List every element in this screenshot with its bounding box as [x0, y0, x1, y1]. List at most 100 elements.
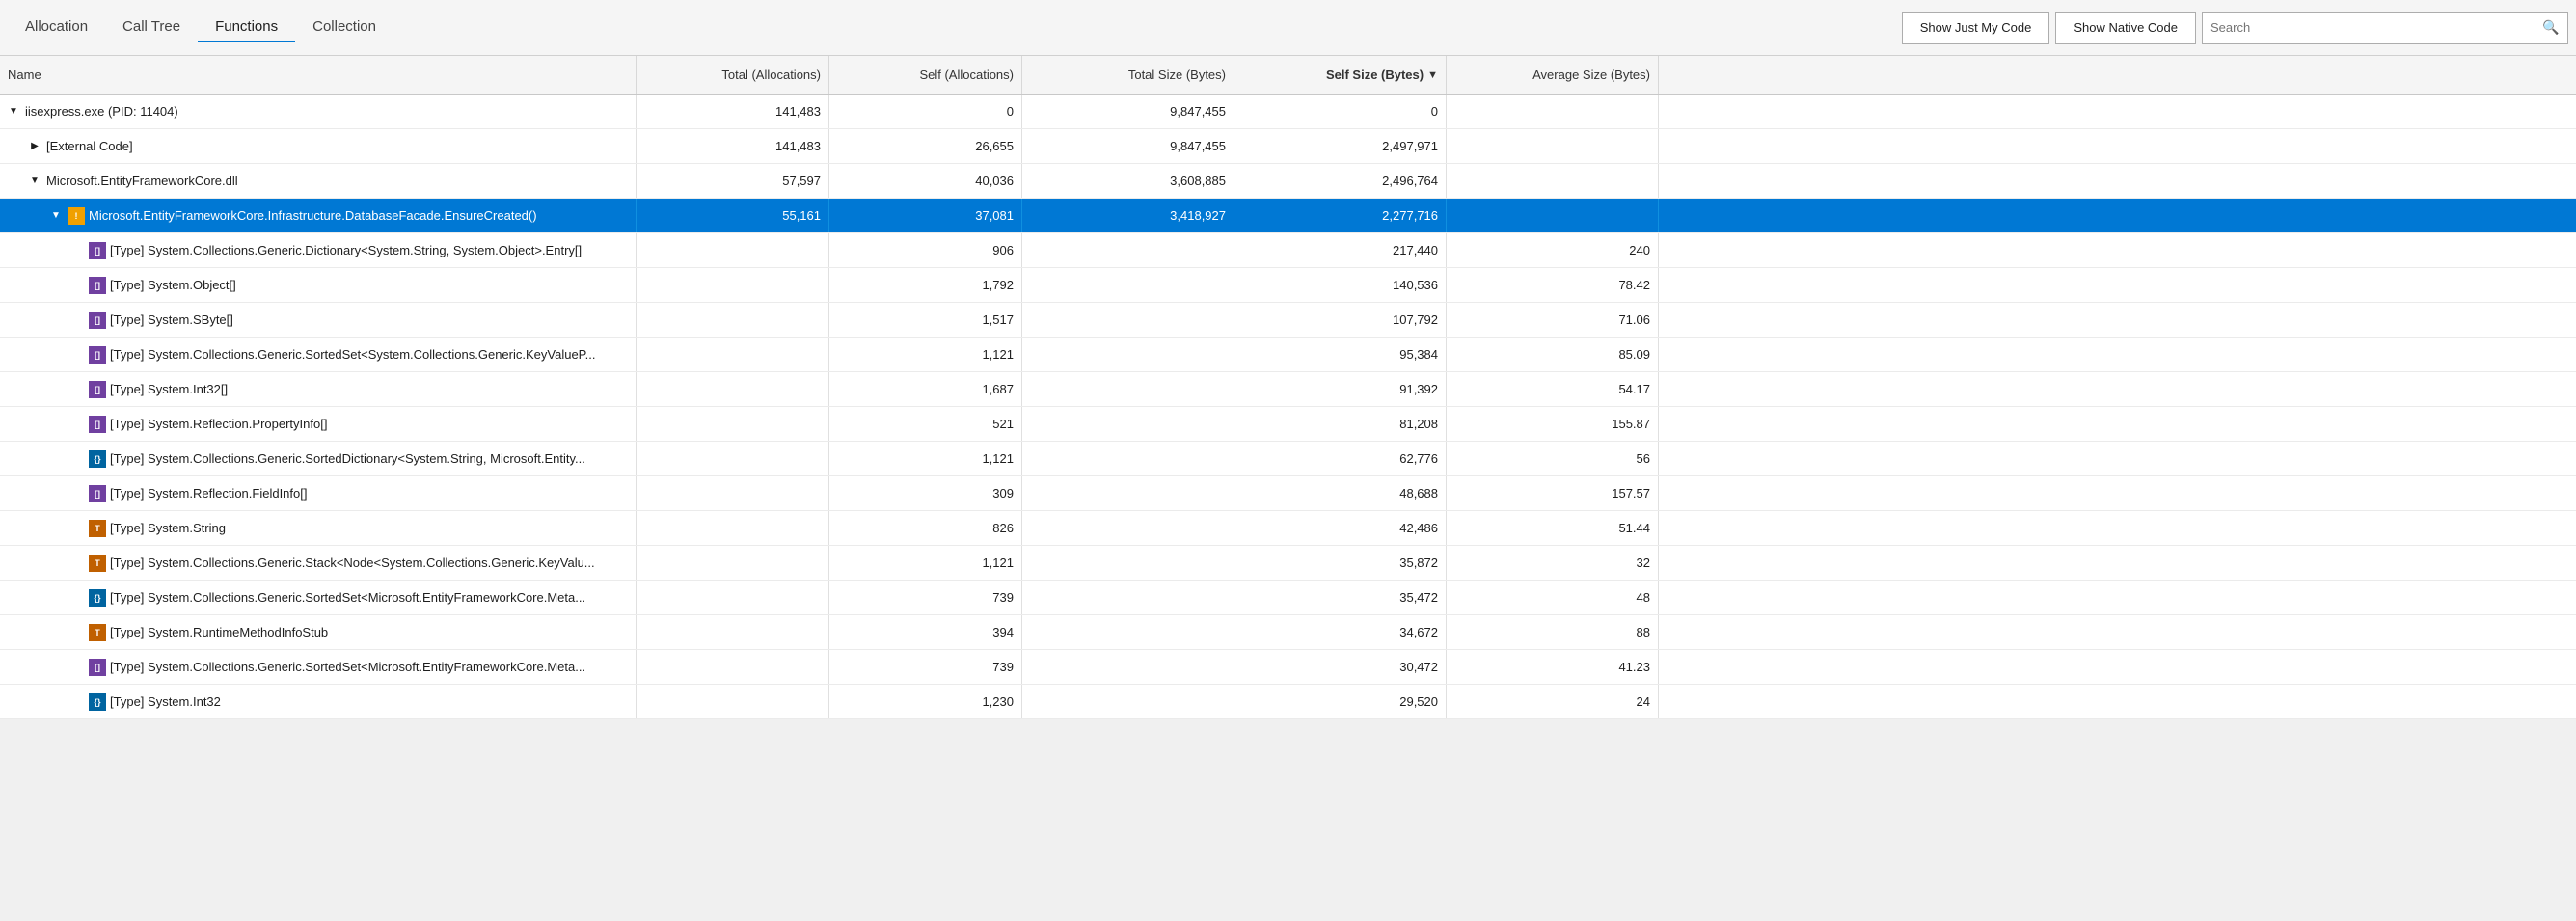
cell-self-alloc: 26,655 [829, 129, 1022, 163]
cell-self-size: 2,497,971 [1234, 129, 1447, 163]
cell-total-alloc [637, 372, 829, 406]
tab-calltree[interactable]: Call Tree [105, 13, 198, 42]
expander-icon[interactable]: ▶ [27, 139, 42, 154]
table-row[interactable]: ▶[External Code]141,48326,6559,847,4552,… [0, 129, 2576, 164]
cell-total-size [1022, 442, 1234, 475]
cell-total-alloc [637, 581, 829, 614]
cell-total-alloc [637, 338, 829, 371]
cell-avg-size [1447, 164, 1659, 198]
cell-self-alloc: 309 [829, 476, 1022, 510]
table-row[interactable]: [][Type] System.Collections.Generic.Dict… [0, 233, 2576, 268]
cell-self-size: 35,872 [1234, 546, 1447, 580]
sort-arrow: ▼ [1427, 69, 1438, 81]
cell-avg-size: 88 [1447, 615, 1659, 649]
show-just-my-code-button[interactable]: Show Just My Code [1902, 12, 2050, 44]
cell-name: [][Type] System.SByte[] [0, 303, 637, 337]
cell-name: [][Type] System.Collections.Generic.Sort… [0, 650, 637, 684]
cell-total-size [1022, 685, 1234, 718]
name-text: [Type] System.String [110, 521, 226, 535]
cell-name: [][Type] System.Reflection.PropertyInfo[… [0, 407, 637, 441]
table-row[interactable]: [][Type] System.Object[]1,792140,53678.4… [0, 268, 2576, 303]
table-body[interactable]: ▼iisexpress.exe (PID: 11404)141,48309,84… [0, 95, 2576, 921]
cell-total-alloc [637, 685, 829, 718]
name-text: [Type] System.Collections.Generic.Sorted… [110, 660, 585, 674]
table-row[interactable]: T[Type] System.Collections.Generic.Stack… [0, 546, 2576, 581]
col-header-total-size[interactable]: Total Size (Bytes) [1022, 56, 1234, 94]
tab-functions[interactable]: Functions [198, 13, 295, 42]
cell-self-size: 140,536 [1234, 268, 1447, 302]
cell-self-size: 81,208 [1234, 407, 1447, 441]
cell-self-size: 2,277,716 [1234, 199, 1447, 232]
expander-icon[interactable]: ▼ [48, 208, 64, 224]
cell-total-alloc [637, 303, 829, 337]
table-row[interactable]: {}[Type] System.Int321,23029,52024 [0, 685, 2576, 719]
name-text: [Type] System.Collections.Generic.Sorted… [110, 451, 585, 466]
cell-self-size: 0 [1234, 95, 1447, 128]
type-icon: [] [89, 346, 106, 364]
table-row[interactable]: [][Type] System.Int32[]1,68791,39254.17 [0, 372, 2576, 407]
cell-avg-size [1447, 199, 1659, 232]
cell-self-alloc: 1,121 [829, 442, 1022, 475]
cell-total-size [1022, 476, 1234, 510]
name-text: iisexpress.exe (PID: 11404) [25, 104, 178, 119]
expander-icon[interactable]: ▼ [27, 174, 42, 189]
table-row[interactable]: [][Type] System.Reflection.PropertyInfo[… [0, 407, 2576, 442]
cell-avg-size: 48 [1447, 581, 1659, 614]
tab-allocation[interactable]: Allocation [8, 13, 105, 42]
table-row[interactable]: [][Type] System.Collections.Generic.Sort… [0, 338, 2576, 372]
search-input[interactable] [2203, 13, 2535, 43]
cell-avg-size: 54.17 [1447, 372, 1659, 406]
col-header-self-alloc[interactable]: Self (Allocations) [829, 56, 1022, 94]
cell-total-size: 3,608,885 [1022, 164, 1234, 198]
col-header-avg-size[interactable]: Average Size (Bytes) [1447, 56, 1659, 94]
cell-name: T[Type] System.Collections.Generic.Stack… [0, 546, 637, 580]
table-row[interactable]: ▼iisexpress.exe (PID: 11404)141,48309,84… [0, 95, 2576, 129]
cell-total-alloc [637, 546, 829, 580]
cell-self-alloc: 1,230 [829, 685, 1022, 718]
cell-self-size: 95,384 [1234, 338, 1447, 371]
show-native-code-button[interactable]: Show Native Code [2055, 12, 2196, 44]
type-icon: [] [89, 242, 106, 259]
toolbar: Allocation Call Tree Functions Collectio… [0, 0, 2576, 56]
cell-self-alloc: 739 [829, 650, 1022, 684]
name-text: [Type] System.Collections.Generic.Sorted… [110, 590, 585, 605]
cell-self-size: 217,440 [1234, 233, 1447, 267]
table-row[interactable]: [][Type] System.Reflection.FieldInfo[]30… [0, 476, 2576, 511]
table-row[interactable]: ▼!Microsoft.EntityFrameworkCore.Infrastr… [0, 199, 2576, 233]
table-container: Name Total (Allocations) Self (Allocatio… [0, 56, 2576, 921]
table-row[interactable]: {} [Type] System.Collections.Generic.Sort… [0, 581, 2576, 615]
cell-self-size: 62,776 [1234, 442, 1447, 475]
cell-avg-size: 240 [1447, 233, 1659, 267]
name-text: Microsoft.EntityFrameworkCore.dll [46, 174, 238, 188]
type-icon: {} [89, 589, 106, 607]
cell-avg-size: 157.57 [1447, 476, 1659, 510]
name-text: [Type] System.RuntimeMethodInfoStub [110, 625, 328, 639]
cell-self-alloc: 1,121 [829, 338, 1022, 371]
col-header-self-size[interactable]: Self Size (Bytes) ▼ [1234, 56, 1447, 94]
cell-total-size [1022, 546, 1234, 580]
tab-collection[interactable]: Collection [295, 13, 393, 42]
cell-name: [][Type] System.Collections.Generic.Sort… [0, 338, 637, 371]
name-text: [Type] System.Int32[] [110, 382, 228, 396]
expander-icon[interactable]: ▼ [6, 104, 21, 120]
table-row[interactable]: ▼Microsoft.EntityFrameworkCore.dll57,597… [0, 164, 2576, 199]
cell-avg-size: 32 [1447, 546, 1659, 580]
cell-total-alloc [637, 268, 829, 302]
table-row[interactable]: [][Type] System.SByte[]1,517107,79271.06 [0, 303, 2576, 338]
cell-total-alloc [637, 233, 829, 267]
cell-avg-size: 24 [1447, 685, 1659, 718]
table-row[interactable]: [][Type] System.Collections.Generic.Sort… [0, 650, 2576, 685]
cell-total-size [1022, 511, 1234, 545]
search-icon[interactable]: 🔍 [2535, 12, 2567, 44]
table-row[interactable]: T[Type] System.String82642,48651.44 [0, 511, 2576, 546]
table-row[interactable]: {}[Type] System.Collections.Generic.Sort… [0, 442, 2576, 476]
cell-name: T[Type] System.String [0, 511, 637, 545]
toolbar-right: Show Just My Code Show Native Code 🔍 [1902, 12, 2568, 44]
col-header-total-alloc[interactable]: Total (Allocations) [637, 56, 829, 94]
table-row[interactable]: T[Type] System.RuntimeMethodInfoStub3943… [0, 615, 2576, 650]
cell-total-alloc [637, 476, 829, 510]
type-icon: {} [89, 693, 106, 711]
col-header-name[interactable]: Name [0, 56, 637, 94]
cell-name: {} [Type] System.Collections.Generic.Sort… [0, 581, 637, 614]
cell-name: [][Type] System.Object[] [0, 268, 637, 302]
